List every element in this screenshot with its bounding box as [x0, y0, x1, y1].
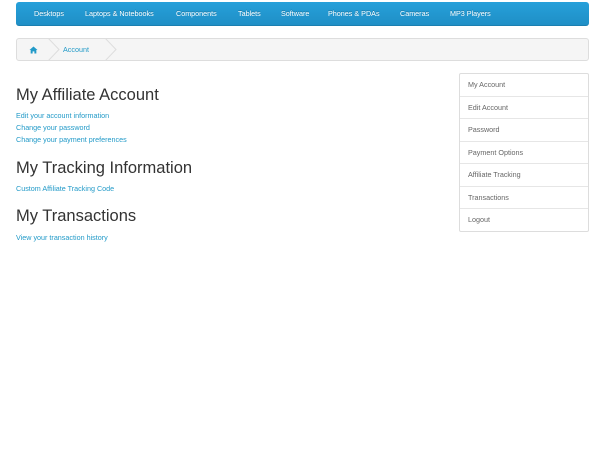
change-payment-link[interactable]: Change your payment preferences — [16, 135, 127, 145]
breadcrumb-separator — [105, 39, 117, 60]
breadcrumb: Account — [16, 38, 589, 61]
menu-item-laptops-notebooks[interactable]: Laptops & Notebooks — [85, 2, 154, 26]
sidebar-item-logout[interactable]: Logout — [460, 209, 588, 232]
tracking-code-link[interactable]: Custom Affiliate Tracking Code — [16, 184, 114, 194]
top-menu-bar: Desktops Laptops & Notebooks Components … — [16, 2, 589, 26]
home-icon — [29, 45, 38, 54]
sidebar-item-my-account[interactable]: My Account — [460, 74, 588, 97]
sidebar-item-password[interactable]: Password — [460, 119, 588, 142]
menu-item-tablets[interactable]: Tablets — [238, 2, 261, 26]
menu-item-phones-pdas[interactable]: Phones & PDAs — [328, 2, 380, 26]
transaction-history-link[interactable]: View your transaction history — [16, 233, 108, 243]
sidebar-item-affiliate-tracking[interactable]: Affiliate Tracking — [460, 164, 588, 187]
change-password-link[interactable]: Change your password — [16, 123, 90, 133]
breadcrumb-home[interactable] — [17, 39, 50, 60]
breadcrumb-separator — [48, 39, 60, 60]
affiliate-account-heading: My Affiliate Account — [16, 86, 159, 104]
menu-item-cameras[interactable]: Cameras — [400, 2, 429, 26]
menu-item-mp3-players[interactable]: MP3 Players — [450, 2, 491, 26]
tracking-information-heading: My Tracking Information — [16, 159, 193, 177]
menu-item-components[interactable]: Components — [176, 2, 217, 26]
menu-item-desktops[interactable]: Desktops — [34, 2, 64, 26]
sidebar-item-edit-account[interactable]: Edit Account — [460, 97, 588, 119]
transactions-heading: My Transactions — [16, 207, 137, 225]
sidebar-item-transactions[interactable]: Transactions — [460, 187, 588, 209]
menu-item-software[interactable]: Software — [281, 2, 309, 26]
breadcrumb-account[interactable]: Account — [63, 39, 89, 60]
edit-account-link[interactable]: Edit your account information — [16, 111, 109, 121]
sidebar-item-payment-options[interactable]: Payment Options — [460, 142, 588, 164]
account-sidebar: My Account Edit Account Password Payment… — [459, 73, 589, 232]
